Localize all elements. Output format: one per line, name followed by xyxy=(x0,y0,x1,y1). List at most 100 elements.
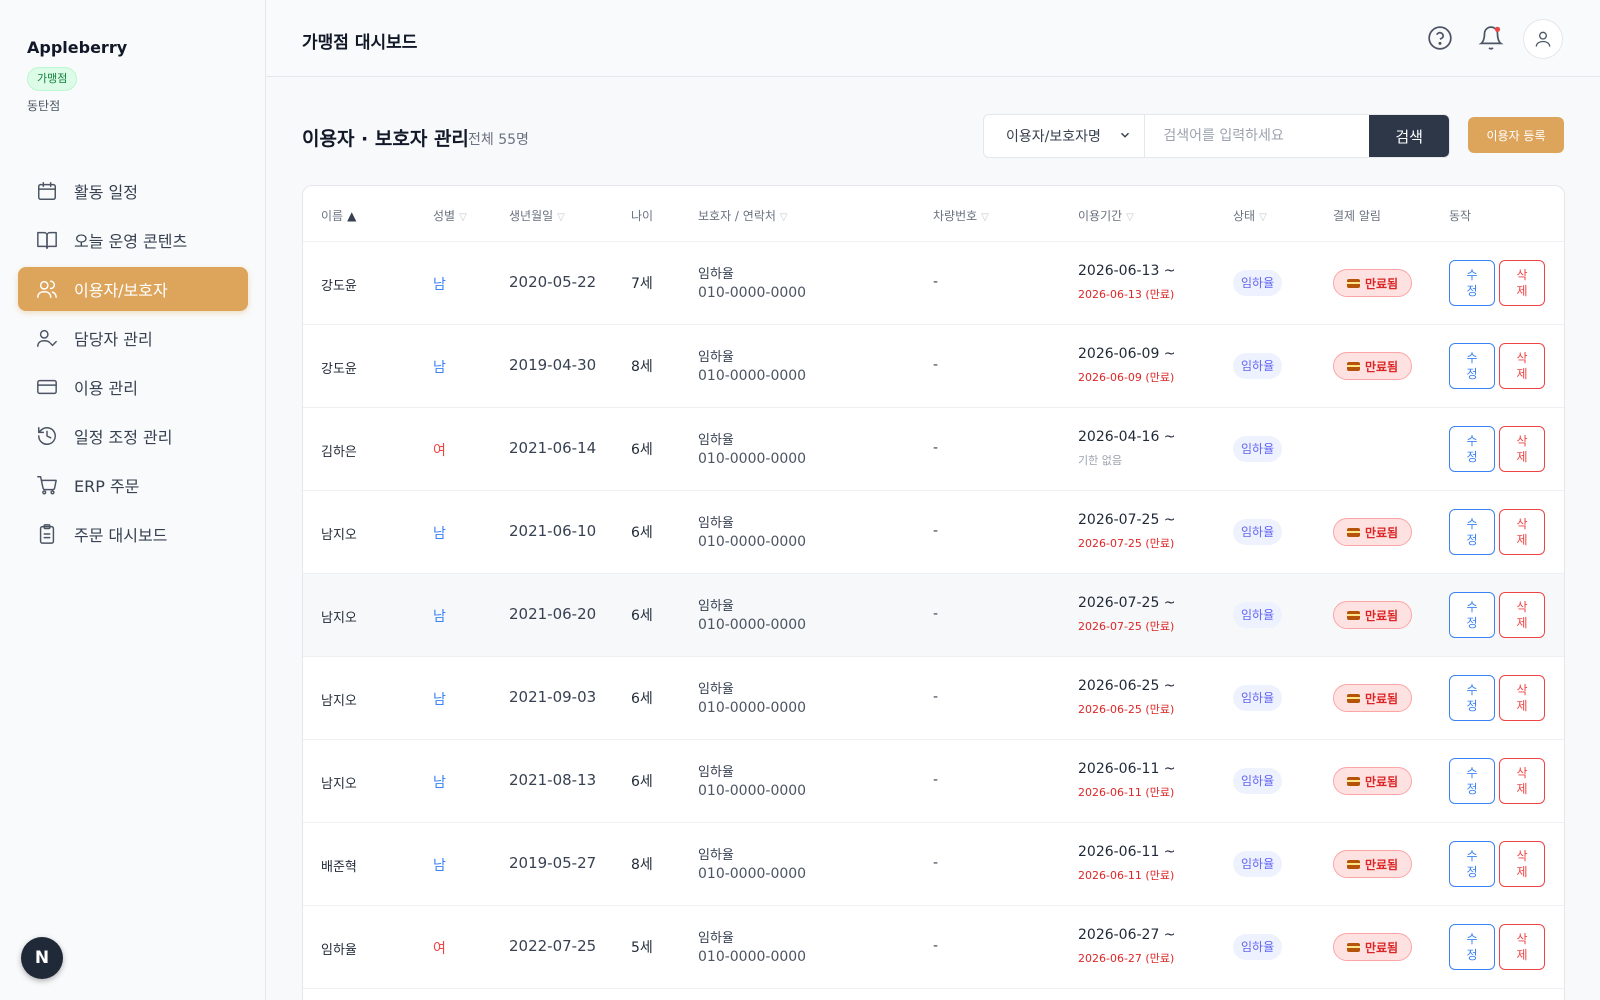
age: 8세 xyxy=(631,359,653,375)
payment-alert-badge: 만료됨 xyxy=(1333,850,1412,878)
column-header[interactable]: 상태 ▽ xyxy=(1233,207,1267,224)
edit-button[interactable]: 수정 xyxy=(1449,260,1495,306)
delete-button[interactable]: 삭제 xyxy=(1499,675,1545,721)
guardian-phone: 010-0000-0000 xyxy=(698,368,807,384)
sidebar-item-5[interactable]: 일정 조정 관리 xyxy=(18,414,248,458)
column-header[interactable]: 보호자 / 연락처 ▽ xyxy=(698,207,788,224)
table-row[interactable]: 임하율 여 2022-07-25 5세 임하율 010-0000-0000-2026-06… xyxy=(303,906,1564,989)
table-row[interactable]: 배준혁 남 2019-05-27 8세 임하율 010-0000-0000 - 2026-06… xyxy=(303,823,1564,906)
sort-icon: ▽ xyxy=(1259,212,1267,223)
n-floating-button[interactable]: N xyxy=(21,937,63,979)
card-icon xyxy=(1346,776,1360,786)
column-header-label: 이름 xyxy=(321,209,344,223)
sidebar-item-0[interactable]: 활동 일정 xyxy=(18,169,248,213)
column-header[interactable]: 차량번호 ▽ xyxy=(933,207,989,224)
delete-button[interactable]: 삭제 xyxy=(1499,841,1545,887)
delete-button[interactable]: 삭제 xyxy=(1499,758,1545,804)
column-header[interactable]: 성별 ▽ xyxy=(433,207,467,224)
delete-button[interactable]: 삭제 xyxy=(1499,924,1545,970)
sidebar-item-label: 오늘 운영 콘텐츠 xyxy=(74,232,188,251)
user-name: 임하율 xyxy=(321,943,357,958)
guardian-name: 임하율 xyxy=(698,267,734,282)
delete-button[interactable]: 삭제 xyxy=(1499,509,1545,555)
column-header: 동작 xyxy=(1449,207,1471,224)
search-button[interactable]: 검색 xyxy=(1369,115,1449,157)
birth-date: 2021-06-10 xyxy=(509,522,597,540)
table-row[interactable]: 남지오 남 2021-06-10 6세 임하율 010-0000-0000 - 2026-07… xyxy=(303,491,1564,574)
edit-button[interactable]: 수정 xyxy=(1449,758,1495,804)
car-number: - xyxy=(933,938,939,954)
car-number: - xyxy=(933,772,939,788)
table-row[interactable]: 남지오 남 2021-09-03 6세 임하율 010-0000-0000 - 2026-06… xyxy=(303,657,1564,740)
guardian-phone: 010-0000-0000 xyxy=(698,451,807,467)
edit-button[interactable]: 수정 xyxy=(1449,592,1495,638)
delete-button[interactable]: 삭제 xyxy=(1499,260,1545,306)
edit-button[interactable]: 수정 xyxy=(1449,343,1495,389)
gender: 남 xyxy=(433,526,446,542)
guardian-name: 임하율 xyxy=(698,599,734,614)
delete-button[interactable]: 삭제 xyxy=(1499,592,1545,638)
age: 6세 xyxy=(631,525,653,541)
edit-button[interactable]: 수정 xyxy=(1449,426,1495,472)
sidebar-item-1[interactable]: 오늘 운영 콘텐츠 xyxy=(18,218,248,262)
column-header[interactable]: 이름 ▲ xyxy=(321,207,356,224)
table-row[interactable]: 김하은 여 2021-06-14 6세 임하율 010-0000-0000 - 2026-04… xyxy=(303,408,1564,491)
user-icon xyxy=(1535,31,1551,47)
period-start: 2026-06-11 ~ xyxy=(1078,844,1176,860)
user-profile-button[interactable] xyxy=(1523,19,1563,59)
bell-icon[interactable] xyxy=(1477,24,1505,52)
sidebar-item-2[interactable]: 이용자/보호자 xyxy=(18,267,248,311)
table-row[interactable]: 남지오 남 2021-08-13 6세 임하율 010-0000-0000 - 2026-06… xyxy=(303,740,1564,823)
gender: 남 xyxy=(433,692,446,708)
guardian-phone: 010-0000-0000 xyxy=(698,285,807,301)
card-icon xyxy=(1346,527,1360,537)
search-input[interactable] xyxy=(1145,115,1370,157)
guardian-name: 임하율 xyxy=(698,765,734,780)
edit-button[interactable]: 수정 xyxy=(1449,675,1495,721)
column-header[interactable]: 이용기간 ▽ xyxy=(1078,207,1134,224)
edit-button[interactable]: 수정 xyxy=(1449,841,1495,887)
help-icon[interactable] xyxy=(1426,24,1454,52)
table-row[interactable]: 강도윤 남 2019-04-30 8세 임하율 010-0000-0000 - 2026-06… xyxy=(303,325,1564,408)
age: 8세 xyxy=(631,857,653,873)
card-icon xyxy=(1346,361,1360,371)
payment-alert-badge: 만료됨 xyxy=(1333,767,1412,795)
delete-button[interactable]: 삭제 xyxy=(1499,426,1545,472)
sidebar-item-7[interactable]: 주문 대시보드 xyxy=(18,512,248,556)
user-name: 배준혁 xyxy=(321,860,357,875)
search-field-select[interactable]: 이용자/보호자명 xyxy=(984,115,1146,157)
user-check-icon xyxy=(37,329,57,347)
period-start: 2026-06-11 ~ xyxy=(1078,761,1176,777)
history-icon xyxy=(38,427,56,445)
credit-card-icon xyxy=(37,379,57,395)
age: 6세 xyxy=(631,691,653,707)
period-end: 2026-06-25 (만료) xyxy=(1078,703,1175,716)
table-row[interactable]: 강도윤 남 2020-05-22 7세 임하율 010-0000-0000 - 2026-06… xyxy=(303,242,1564,325)
period-end: 2026-07-25 (만료) xyxy=(1078,537,1175,550)
sidebar-item-3[interactable]: 담당자 관리 xyxy=(18,316,248,360)
delete-button[interactable]: 삭제 xyxy=(1499,343,1545,389)
search-bar: 이용자/보호자명 검색 xyxy=(983,114,1450,158)
guardian-name: 임하율 xyxy=(698,682,734,697)
table-row[interactable]: 남지오 남 2021-06-20 6세 임하율 010-0000-0000 - 2026-07… xyxy=(303,574,1564,657)
column-header: 나이 xyxy=(631,207,653,224)
user-name: 남지오 xyxy=(321,528,357,543)
column-header[interactable]: 생년월일 ▽ xyxy=(509,207,565,224)
card-icon xyxy=(1346,859,1360,869)
sidebar-item-label: 활동 일정 xyxy=(74,183,138,202)
status-badge: 임하율 xyxy=(1233,851,1283,877)
guardian-phone: 010-0000-0000 xyxy=(698,783,807,799)
gender: 남 xyxy=(433,360,446,376)
age: 6세 xyxy=(631,442,653,458)
period-end: 기한 없음 xyxy=(1078,454,1122,467)
edit-button[interactable]: 수정 xyxy=(1449,924,1495,970)
guardian-phone: 010-0000-0000 xyxy=(698,617,807,633)
column-header-label: 보호자 / 연락처 xyxy=(698,209,776,223)
birth-date: 2021-08-13 xyxy=(509,771,597,789)
sidebar-item-6[interactable]: ERP 주문 xyxy=(18,463,248,507)
sort-icon: ▲ xyxy=(347,209,357,223)
register-user-button[interactable]: 이용자 등록 xyxy=(1468,117,1564,153)
sidebar-item-4[interactable]: 이용 관리 xyxy=(18,365,248,409)
guardian-name: 임하율 xyxy=(698,350,734,365)
edit-button[interactable]: 수정 xyxy=(1449,509,1495,555)
